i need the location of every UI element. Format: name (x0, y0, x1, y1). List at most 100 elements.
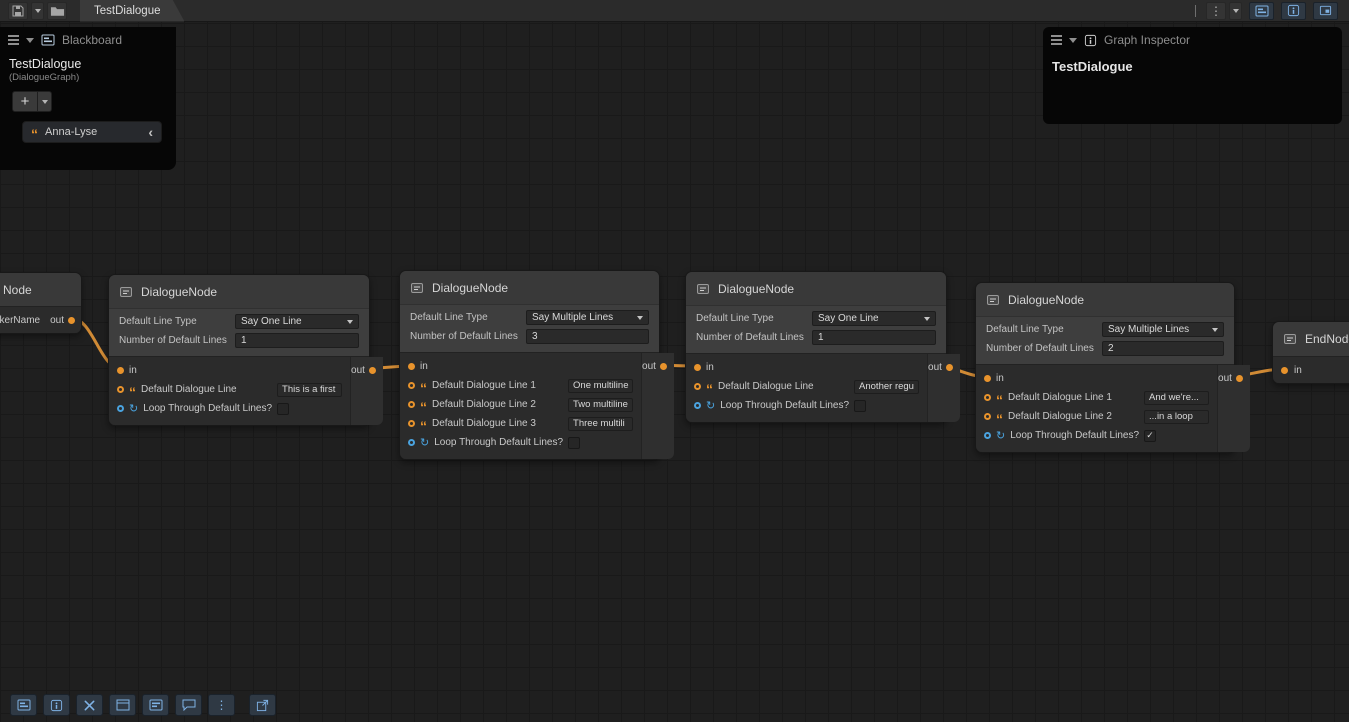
inspector-selection: TestDialogue (1043, 51, 1342, 82)
out-port[interactable] (946, 364, 953, 371)
node-title-bar[interactable]: DialogueNode (976, 283, 1234, 316)
dialogue-line-field[interactable]: And we're... (1144, 391, 1209, 405)
node-title-bar[interactable]: Node (0, 273, 81, 306)
num-default-lines-field[interactable]: 1 (812, 330, 936, 345)
in-port[interactable] (984, 375, 991, 382)
loop-port[interactable] (984, 432, 991, 439)
dialogue-line-field[interactable]: This is a first (277, 383, 342, 397)
loop-checkbox[interactable] (568, 437, 580, 449)
node-title-bar[interactable]: DialogueNode (400, 271, 659, 304)
out-port[interactable] (68, 317, 75, 324)
add-field-button[interactable]: + (12, 91, 38, 112)
row-label: Default Dialogue Line 2 (1008, 411, 1112, 422)
save-button[interactable] (8, 2, 28, 20)
dialogue-line-field[interactable]: Three multili (568, 417, 633, 431)
graph-canvas[interactable]: Node kerName out DialogueNode Default Li… (0, 0, 1349, 722)
dialogue-button[interactable] (175, 694, 202, 716)
dialogue-line-port[interactable] (117, 386, 124, 393)
foldout-arrow-icon[interactable] (1069, 38, 1077, 43)
dialogue-node-3[interactable]: DialogueNode Default Line Type Say One L… (685, 271, 947, 423)
inspector-toggle-button[interactable] (43, 694, 70, 716)
kebab-menu-button[interactable]: ⋮ (1206, 2, 1226, 20)
loop-checkbox[interactable]: ✓ (1144, 430, 1156, 442)
line-type-dropdown[interactable]: Say One Line (235, 314, 359, 329)
chevron-left-icon[interactable]: ‹ (148, 124, 153, 140)
end-node[interactable]: EndNode in (1272, 321, 1349, 384)
window-button[interactable] (109, 694, 136, 716)
dialogue-node-2[interactable]: DialogueNode Default Line Type Say Multi… (399, 270, 660, 460)
in-port-label: in (420, 361, 428, 372)
dialogue-line-field[interactable]: One multiline (568, 379, 633, 393)
open-external-button[interactable] (249, 694, 276, 716)
save-dropdown-button[interactable] (31, 2, 44, 20)
in-port[interactable] (408, 363, 415, 370)
dialogue-line-field[interactable]: ...in a loop (1144, 410, 1209, 424)
dialogue-line-port[interactable] (408, 420, 415, 427)
node-title-bar[interactable]: EndNode (1273, 322, 1349, 356)
node-properties: Default Line Type Say One Line Number of… (686, 305, 946, 353)
asset-tab[interactable]: TestDialogue (80, 0, 184, 22)
foldout-arrow-icon[interactable] (26, 38, 34, 43)
line-type-dropdown[interactable]: Say Multiple Lines (1102, 322, 1224, 337)
prop-label: Default Line Type (119, 316, 235, 327)
blackboard-toggle-button[interactable] (1249, 2, 1274, 20)
out-port[interactable] (369, 367, 376, 374)
in-port[interactable] (117, 367, 124, 374)
minimap-toggle-button[interactable] (1313, 2, 1338, 20)
out-port-label: out (642, 361, 656, 372)
dialogue-node-4[interactable]: DialogueNode Default Line Type Say Multi… (975, 282, 1235, 453)
node-title-bar[interactable]: DialogueNode (109, 275, 369, 308)
line-type-dropdown[interactable]: Say One Line (812, 311, 936, 326)
row-label: Loop Through Default Lines? (720, 400, 849, 411)
loop-port[interactable] (694, 402, 701, 409)
num-default-lines-field[interactable]: 3 (526, 329, 649, 344)
blackboard-icon (41, 34, 55, 46)
graph-inspector-panel: Graph Inspector TestDialogue (1043, 27, 1342, 124)
num-default-lines-field[interactable]: 2 (1102, 341, 1224, 356)
blackboard-toggle-button[interactable] (10, 694, 37, 716)
quote-icon: “ (996, 415, 1003, 423)
loop-checkbox[interactable] (854, 400, 866, 412)
dialogue-line-port[interactable] (984, 394, 991, 401)
prop-label: Default Line Type (410, 312, 526, 323)
loop-checkbox[interactable] (277, 403, 289, 415)
loop-port[interactable] (408, 439, 415, 446)
inspector-toggle-button[interactable] (1281, 2, 1306, 20)
field-value: This is a first (282, 384, 335, 395)
num-default-lines-field[interactable]: 1 (235, 333, 359, 348)
hamburger-icon[interactable] (1051, 39, 1062, 41)
kebab-menu-button[interactable]: ⋮ (208, 694, 235, 716)
start-node[interactable]: Node kerName out (0, 272, 82, 334)
row-label: Loop Through Default Lines? (1010, 430, 1139, 441)
dialogue-line-port[interactable] (694, 383, 701, 390)
loop-port[interactable] (117, 405, 124, 412)
node-title-bar[interactable]: DialogueNode (686, 272, 946, 305)
open-asset-button[interactable] (47, 2, 67, 20)
dialogue-line-port[interactable] (408, 401, 415, 408)
prop-label: Number of Default Lines (410, 331, 526, 342)
in-port[interactable] (1281, 367, 1288, 374)
tools-button[interactable] (76, 694, 103, 716)
hamburger-icon[interactable] (8, 39, 19, 41)
inspector-icon (1084, 34, 1097, 47)
board-button[interactable] (142, 694, 169, 716)
row-label: Default Dialogue Line 1 (1008, 392, 1112, 403)
kebab-dropdown-button[interactable] (1229, 2, 1242, 20)
out-port-label: out (50, 315, 64, 326)
out-port-label: out (1218, 373, 1232, 384)
out-port[interactable] (660, 363, 667, 370)
out-port[interactable] (1236, 375, 1243, 382)
node-properties: Default Line Type Say Multiple Lines Num… (400, 304, 659, 352)
end-node-icon (1283, 332, 1297, 346)
dialogue-line-port[interactable] (408, 382, 415, 389)
dialogue-line-port[interactable] (984, 413, 991, 420)
dialogue-node-1[interactable]: DialogueNode Default Line Type Say One L… (108, 274, 370, 426)
blackboard-field[interactable]: “ Anna-Lyse ‹ (22, 121, 162, 143)
dialogue-line-field[interactable]: Two multiline (568, 398, 633, 412)
add-field-dropdown[interactable] (38, 91, 52, 112)
in-port[interactable] (694, 364, 701, 371)
panel-title: Graph Inspector (1104, 33, 1190, 47)
line-type-dropdown[interactable]: Say Multiple Lines (526, 310, 649, 325)
field-value: 1 (818, 332, 824, 343)
dialogue-line-field[interactable]: Another regu (854, 380, 919, 394)
